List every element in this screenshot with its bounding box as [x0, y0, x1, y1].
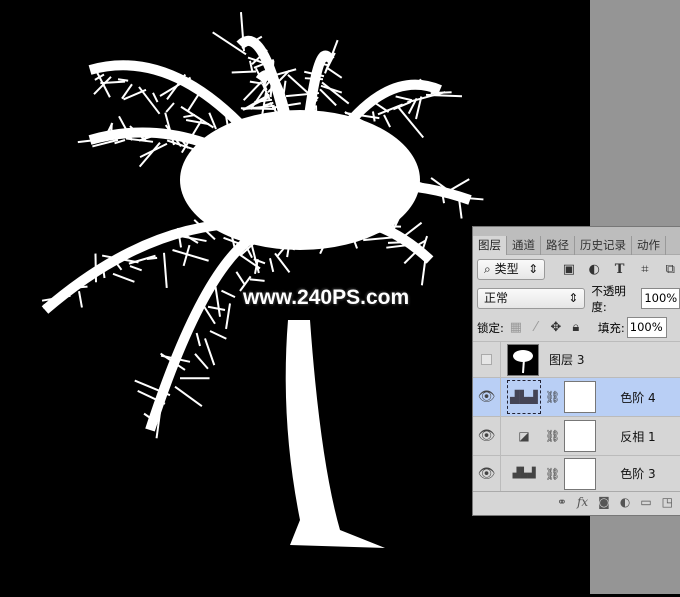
layer-name: 图层 3: [549, 351, 584, 368]
filter-type-select[interactable]: ⌕ 类型 ⇕: [477, 259, 545, 280]
tab-history[interactable]: 历史记录: [575, 236, 632, 255]
frond-leaflet: [384, 115, 390, 127]
updown-icon: ⇕: [528, 260, 538, 279]
frond-leaflet: [250, 61, 253, 72]
mask-thumbnail: [564, 420, 596, 452]
frond-leaflet: [164, 253, 167, 288]
levels-icon: ▟▙▟: [507, 468, 541, 479]
watermark: www.240PS.com: [243, 286, 409, 310]
eye-icon: 👁︎: [478, 466, 496, 482]
lock-label: 锁定:: [477, 320, 504, 336]
panel-bottom-bar: ⚭ fx ◙ ◐ ▭ ◳: [473, 491, 680, 511]
visibility-toggle[interactable]: 👁︎: [473, 378, 501, 416]
layer-row[interactable]: 👁︎ ▟▙▟ ⛓︎ 色阶 3: [473, 455, 680, 491]
chain-link-icon[interactable]: ⛓︎: [545, 467, 560, 481]
palm-crown: [180, 110, 420, 250]
frond-leaflet: [221, 291, 235, 297]
smart-object-filter-icon[interactable]: ⧉: [661, 262, 680, 277]
frond-leaflet: [250, 279, 265, 281]
frond-leaflet: [166, 103, 174, 112]
adjustment-icon[interactable]: ◐: [620, 495, 630, 509]
fill-input[interactable]: 100%: [627, 317, 667, 338]
eye-icon: 👁︎: [478, 428, 496, 444]
lock-paint-icon[interactable]: ⁄: [526, 320, 546, 335]
frond-leaflet: [216, 287, 220, 317]
layer-row-selected[interactable]: 👁︎ ▟▙▟ ⛓︎ 色阶 4: [473, 377, 680, 416]
opacity-label: 不透明度:: [591, 283, 639, 315]
layer-thumbnail: [507, 344, 539, 376]
search-icon: ⌕: [484, 262, 491, 276]
levels-icon: ▟▙▟: [507, 380, 541, 414]
tab-channels[interactable]: 通道: [507, 236, 541, 255]
new-layer-icon[interactable]: ◳: [662, 495, 673, 509]
frond-leaflet: [327, 68, 342, 78]
frond-leaflet: [197, 333, 200, 346]
visibility-toggle[interactable]: [473, 342, 501, 377]
visibility-toggle[interactable]: 👁︎: [473, 417, 501, 455]
lock-transparent-icon[interactable]: ▦: [506, 320, 526, 335]
blend-mode-select[interactable]: 正常 ⇕: [477, 288, 585, 309]
frond-leaflet: [322, 82, 349, 103]
frond-leaflet: [130, 266, 142, 270]
folder-icon[interactable]: ▭: [640, 495, 651, 509]
tab-paths[interactable]: 路径: [541, 236, 575, 255]
layers-panel: 图层 通道 路径 历史记录 动作 ⌕ 类型 ⇕ ▣ ◐ T ⌗ ⧉ 正常 ⇕ 不透明…: [472, 226, 680, 516]
image-filter-icon[interactable]: ▣: [559, 262, 578, 277]
frond-leaflet: [396, 96, 412, 100]
mask-thumbnail: [564, 458, 596, 490]
frond-leaflet: [118, 79, 128, 81]
tab-actions[interactable]: 动作: [632, 236, 666, 255]
frond-leaflet: [226, 303, 230, 328]
palm-trunk: [286, 320, 385, 548]
frond-leaflet: [236, 272, 245, 285]
layer-name: 反相 1: [620, 428, 655, 445]
frond-leaflet: [205, 338, 214, 365]
layer-name: 色阶 4: [620, 389, 655, 406]
tab-layers[interactable]: 图层: [473, 236, 507, 255]
panel-tabs: 图层 通道 路径 历史记录 动作: [473, 227, 680, 255]
invert-icon: ◪: [507, 429, 541, 443]
frond-leaflet: [79, 291, 82, 307]
layer-name: 色阶 3: [620, 465, 655, 482]
adjustment-filter-icon[interactable]: ◐: [585, 262, 604, 277]
chain-link-icon[interactable]: ⛓︎: [545, 429, 560, 443]
filter-label: 类型: [495, 262, 519, 276]
frond-leaflet: [270, 258, 273, 272]
mask-icon[interactable]: ◙: [598, 495, 610, 509]
layer-row[interactable]: 👁︎ ◪ ⛓︎ 反相 1: [473, 416, 680, 455]
chain-link-icon[interactable]: ⛓︎: [545, 390, 560, 404]
frond-leaflet: [147, 258, 157, 259]
text-filter-icon[interactable]: T: [610, 262, 629, 277]
link-icon[interactable]: ⚭: [557, 495, 567, 509]
layer-row[interactable]: 图层 3: [473, 341, 680, 377]
hidden-checkbox-icon: [481, 354, 492, 365]
eye-icon: 👁︎: [478, 389, 496, 405]
blend-mode-value: 正常: [484, 289, 508, 308]
frond-leaflet: [97, 72, 110, 97]
opacity-input[interactable]: 100%: [641, 288, 680, 309]
visibility-toggle[interactable]: 👁︎: [473, 456, 501, 491]
fill-label: 填充:: [598, 320, 625, 336]
frond-leaflet: [173, 250, 209, 261]
shape-filter-icon[interactable]: ⌗: [635, 262, 654, 277]
frond-leaflet: [210, 331, 226, 339]
frond-leaflet: [208, 307, 225, 310]
frond-leaflet: [113, 274, 134, 282]
updown-icon: ⇕: [568, 289, 578, 308]
lock-all-icon[interactable]: 🔒︎: [566, 320, 586, 335]
lock-position-icon[interactable]: ✥: [546, 320, 566, 335]
frond-leaflet: [175, 387, 202, 407]
frond-leaflet: [195, 354, 208, 369]
frond-leaflet: [153, 93, 158, 102]
frond-leaflet: [165, 113, 174, 145]
frond-leaflet: [129, 256, 156, 264]
fx-icon[interactable]: fx: [577, 495, 588, 509]
frond-leaflet: [140, 143, 160, 167]
mask-thumbnail: [564, 381, 596, 413]
